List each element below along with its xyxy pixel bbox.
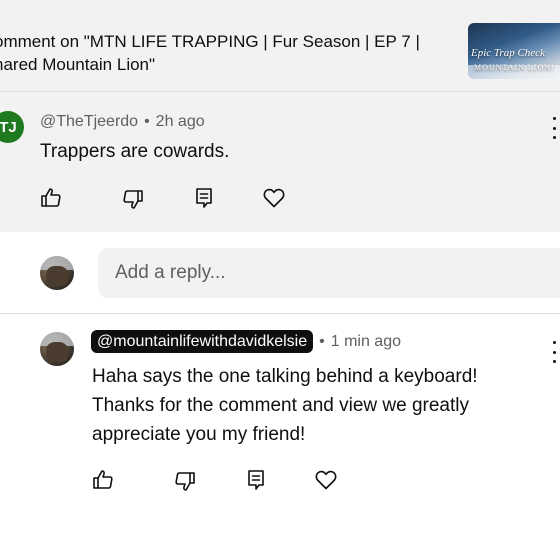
thumbs-up-icon[interactable] [38, 185, 64, 211]
video-thumbnail[interactable]: Epic Trap Check MOUNTAIN LION! [468, 23, 560, 79]
avatar[interactable]: TJ [0, 111, 24, 143]
thumbs-up-icon[interactable] [90, 467, 116, 493]
thumbnail-caption-2: MOUNTAIN LION! [474, 63, 555, 72]
video-comment-title[interactable]: omment on "MTN LIFE TRAPPING | Fur Seaso… [0, 30, 444, 76]
reply-meta: @mountainlifewithdavidkelsie • 1 min ago [91, 330, 401, 353]
heart-icon[interactable] [261, 185, 287, 211]
highlighted-comment-section: omment on "MTN LIFE TRAPPING | Fur Seaso… [0, 0, 560, 232]
avatar[interactable] [40, 256, 74, 290]
heart-icon[interactable] [313, 467, 339, 493]
reply-comment-icon[interactable] [191, 185, 217, 211]
avatar[interactable] [40, 332, 74, 366]
reply-input-row [0, 232, 560, 314]
comment-text: Trappers are cowards. [40, 141, 230, 162]
meta-separator: • [319, 333, 325, 350]
more-vertical-icon[interactable] [550, 341, 558, 363]
reply-text: Haha says the one talking behind a keybo… [92, 366, 478, 445]
video-header[interactable]: omment on "MTN LIFE TRAPPING | Fur Seaso… [0, 0, 560, 92]
thumbs-down-icon[interactable] [172, 468, 198, 494]
comment-time: 2h ago [155, 113, 205, 130]
thumbnail-caption-1: Epic Trap Check [471, 47, 545, 59]
reply-time: 1 min ago [330, 333, 401, 350]
comment-meta: @TheTjeerdo • 2h ago [40, 113, 205, 131]
reply-input[interactable] [98, 248, 560, 298]
comment-author[interactable]: @TheTjeerdo [40, 113, 138, 130]
more-vertical-icon[interactable] [550, 117, 558, 139]
thumbs-down-icon[interactable] [120, 186, 146, 212]
reply-comment-icon[interactable] [243, 467, 269, 493]
meta-separator: • [144, 113, 150, 130]
reply-author[interactable]: @mountainlifewithdavidkelsie [91, 330, 314, 353]
